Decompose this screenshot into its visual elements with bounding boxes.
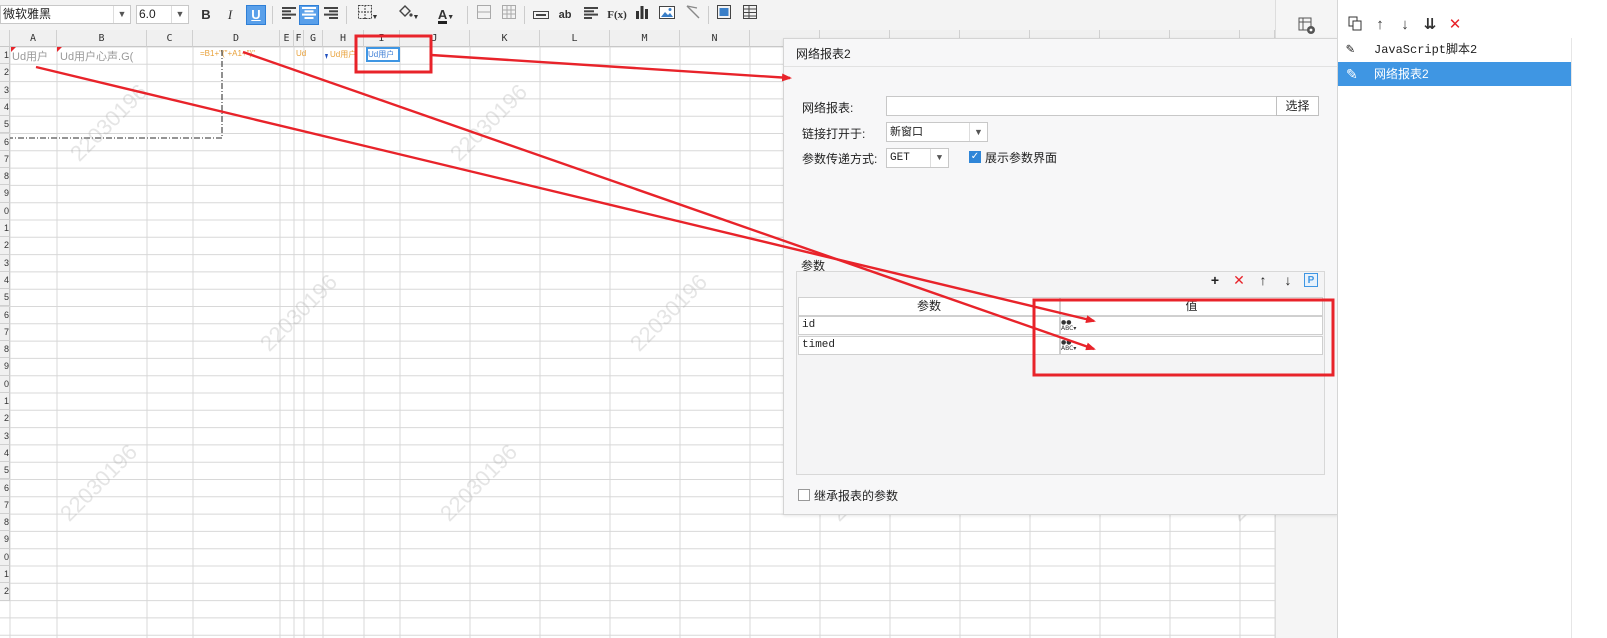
annotation-overlay	[35, 34, 1335, 377]
annotation-arrow	[242, 50, 1096, 351]
annotation-box-cell	[354, 34, 433, 74]
annotation-box-value	[1032, 298, 1335, 377]
annotation-arrow	[35, 65, 1096, 324]
annotation-arrow	[430, 53, 792, 82]
